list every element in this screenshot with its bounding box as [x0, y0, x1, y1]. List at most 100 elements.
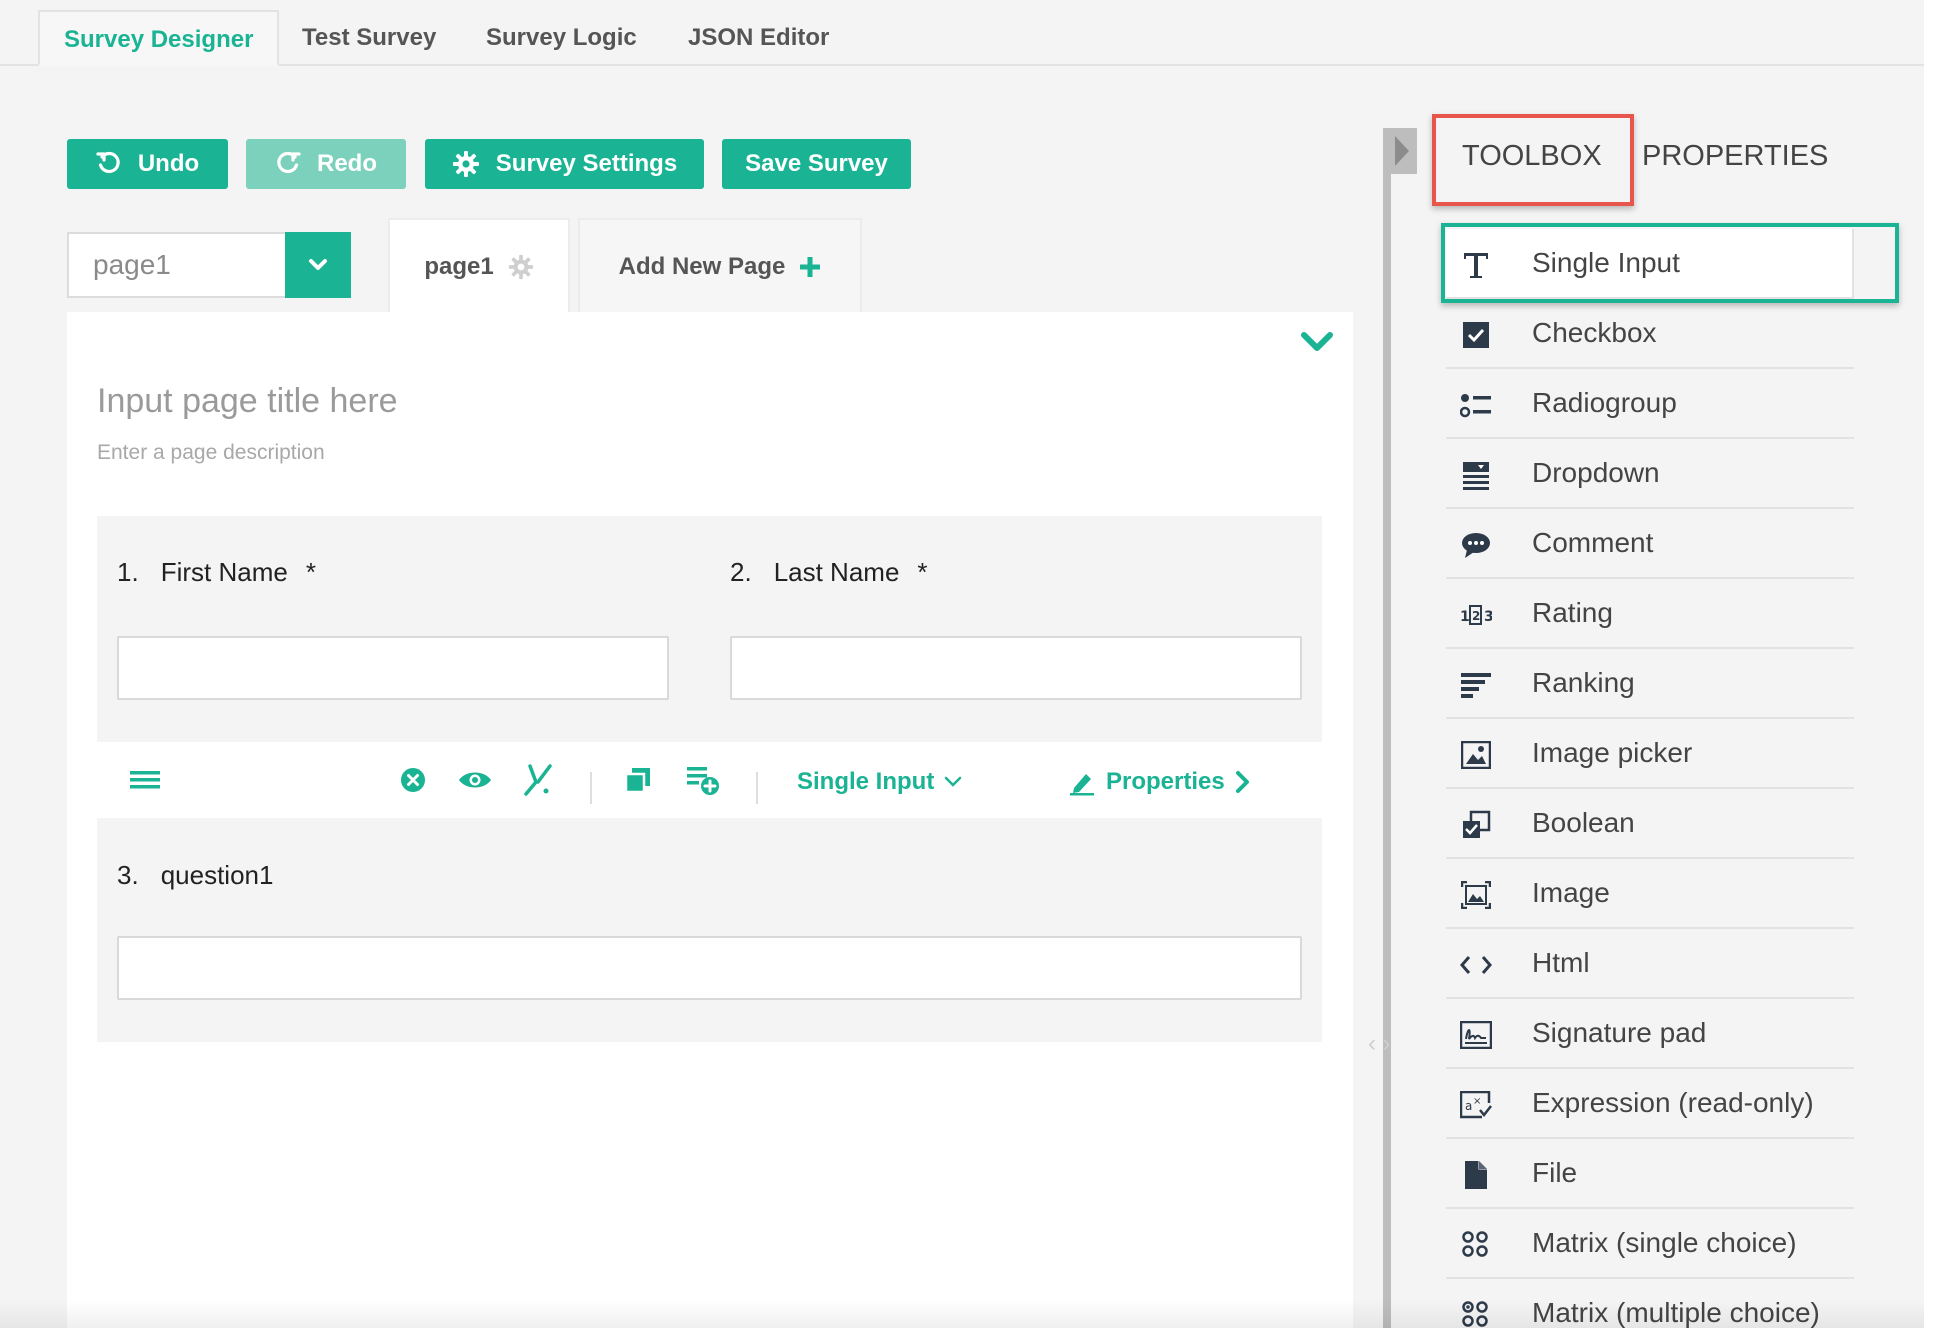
toolbox-item-label: Image	[1532, 877, 1610, 908]
toolbox-item-matrix-single[interactable]: Matrix (single choice)	[1446, 1209, 1854, 1279]
tab-json-editor[interactable]: JSON Editor	[664, 10, 853, 66]
chevron-down-icon	[309, 259, 327, 270]
collapse-sidebar-handle[interactable]	[1383, 128, 1417, 174]
file-icon	[1460, 1159, 1492, 1191]
page-title-input[interactable]: Input page title here	[97, 382, 398, 421]
collapse-page-chevron-icon[interactable]	[1300, 330, 1334, 359]
top-tab-bar: Survey Designer Test Survey Survey Logic…	[0, 0, 1924, 66]
page-selector-toggle[interactable]	[285, 232, 351, 298]
undo-button[interactable]: Undo	[67, 139, 228, 189]
question1-input[interactable]	[117, 936, 1302, 1000]
svg-text:3: 3	[1484, 609, 1492, 625]
toolbox-item-comment[interactable]: Comment	[1446, 509, 1854, 579]
toolbox-item-matrix-multiple[interactable]: Matrix (multiple choice)	[1446, 1279, 1854, 1328]
toolbox-item-label: Boolean	[1532, 807, 1635, 838]
properties-link[interactable]: Properties	[1068, 768, 1251, 796]
dropdown-icon	[1460, 459, 1492, 491]
checkbox-icon	[1460, 319, 1492, 351]
save-survey-label: Save Survey	[745, 150, 888, 177]
question-title-text: question1	[160, 860, 274, 890]
survey-settings-button[interactable]: Survey Settings	[425, 139, 704, 189]
signature-icon	[1460, 1019, 1492, 1051]
first-name-input[interactable]	[117, 636, 669, 700]
toolbox-item-rating[interactable]: 123 Rating	[1446, 579, 1854, 649]
toolbox-item-html[interactable]: Html	[1446, 929, 1854, 999]
svg-text:×: ×	[1473, 1096, 1481, 1107]
toolbox-item-boolean[interactable]: Boolean	[1446, 789, 1854, 859]
page-selector-value: page1	[93, 249, 171, 280]
survey-settings-label: Survey Settings	[495, 150, 678, 177]
toolbox-item-label: Image picker	[1532, 737, 1693, 768]
drag-handle-icon[interactable]	[130, 742, 160, 818]
resize-arrows-icon[interactable]: ‹ ›	[1368, 1030, 1391, 1058]
svg-text:2: 2	[1472, 609, 1480, 623]
toolbox-item-radiogroup[interactable]: Radiogroup	[1446, 369, 1854, 439]
duplicate-icon[interactable]	[624, 742, 652, 818]
toolbox-item-image[interactable]: Image	[1446, 859, 1854, 929]
html-icon	[1460, 949, 1492, 981]
toolbox-item-expression[interactable]: a × Expression (read-only)	[1446, 1069, 1854, 1139]
add-new-page-tab[interactable]: Add New Page	[578, 218, 862, 314]
add-new-page-label: Add New Page	[618, 253, 786, 280]
panel-splitter[interactable]	[1383, 128, 1391, 1328]
redo-button[interactable]: Redo	[246, 139, 406, 189]
svg-text:a: a	[1465, 1099, 1472, 1113]
save-survey-button[interactable]: Save Survey	[722, 139, 911, 189]
page-selector[interactable]: page1	[67, 232, 351, 298]
toolbar-separator	[590, 772, 592, 804]
add-to-toolbox-icon[interactable]	[686, 742, 720, 818]
toolbox-item-ranking[interactable]: Ranking	[1446, 649, 1854, 719]
page-tab-page1[interactable]: page1	[388, 218, 570, 314]
chevron-right-icon	[1235, 771, 1249, 793]
properties-label: Properties	[1106, 768, 1225, 795]
question-number: 1.	[117, 557, 139, 587]
toolbox-item-label: Rating	[1532, 597, 1613, 628]
toolbox-item-label: Signature pad	[1532, 1017, 1707, 1048]
question-title-last-name[interactable]: 2. Last Name *	[730, 557, 928, 588]
image-icon	[1460, 879, 1492, 911]
question-number: 3.	[117, 860, 139, 890]
chevron-down-icon	[945, 776, 962, 787]
toolbox-item-label: Radiogroup	[1532, 387, 1677, 418]
toolbar-separator	[756, 772, 758, 804]
comment-icon	[1460, 529, 1492, 561]
page-description-input[interactable]: Enter a page description	[97, 441, 325, 465]
toolbox-item-checkbox[interactable]: Checkbox	[1446, 299, 1854, 369]
question-title-text: Last Name	[773, 557, 900, 587]
undo-icon	[96, 151, 120, 174]
question-row	[97, 516, 1322, 742]
toolbox-tab-highlight	[1432, 114, 1634, 206]
toolbox-item-dropdown[interactable]: Dropdown	[1446, 439, 1854, 509]
delete-question-icon[interactable]	[400, 742, 426, 818]
tab-survey-logic[interactable]: Survey Logic	[462, 10, 661, 66]
toolbox-item-image-picker[interactable]: Image picker	[1446, 719, 1854, 789]
tab-survey-designer[interactable]: Survey Designer	[38, 10, 280, 66]
question-title-first-name[interactable]: 1. First Name *	[117, 557, 316, 588]
required-toggle-icon[interactable]	[522, 742, 554, 818]
question-title-text: First Name	[160, 557, 288, 587]
last-name-input[interactable]	[730, 636, 1302, 700]
boolean-icon	[1460, 809, 1492, 841]
required-marker: *	[917, 557, 928, 587]
question-row-selected	[97, 818, 1322, 1042]
toolbox-item-label: Expression (read-only)	[1532, 1087, 1814, 1118]
single-input-highlight	[1441, 223, 1899, 303]
page-settings-gear-icon[interactable]	[508, 254, 534, 280]
toolbox-item-label: Html	[1532, 947, 1590, 978]
matrix-single-icon	[1460, 1229, 1492, 1261]
eye-icon[interactable]	[458, 742, 492, 818]
svg-text:1: 1	[1460, 609, 1470, 625]
toolbox-item-signature-pad[interactable]: Signature pad	[1446, 999, 1854, 1069]
rating-icon: 123	[1460, 599, 1492, 631]
tab-properties[interactable]: PROPERTIES	[1642, 140, 1828, 173]
tab-test-survey[interactable]: Test Survey	[278, 10, 460, 66]
plus-icon	[800, 257, 821, 277]
toolbox-item-label: Checkbox	[1532, 317, 1657, 348]
toolbox-item-file[interactable]: File	[1446, 1139, 1854, 1209]
toolbox-item-label: Comment	[1532, 527, 1654, 558]
toolbox-item-label: Matrix (single choice)	[1532, 1227, 1797, 1258]
question-title-question1[interactable]: 3. question1	[117, 860, 273, 891]
page-tab-label: page1	[424, 253, 494, 280]
question-type-dropdown[interactable]: Single Input	[797, 768, 962, 796]
pencil-icon	[1070, 774, 1094, 796]
